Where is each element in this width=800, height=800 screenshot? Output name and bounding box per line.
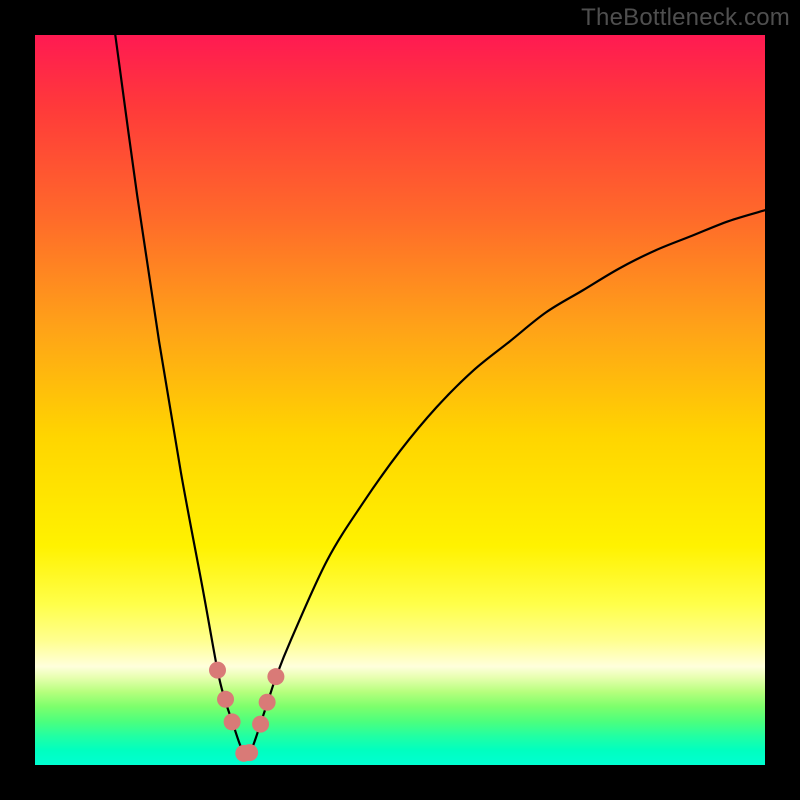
bottleneck-curve	[35, 35, 765, 765]
marker-dot	[267, 668, 284, 685]
watermark-text: TheBottleneck.com	[581, 4, 790, 32]
marker-dot	[259, 694, 276, 711]
chart-frame: TheBottleneck.com	[0, 0, 800, 800]
plot-area	[35, 35, 765, 765]
marker-dot	[217, 691, 234, 708]
marker-dot	[209, 662, 226, 679]
curve-markers	[209, 662, 284, 762]
marker-dot	[241, 744, 258, 761]
marker-dot	[224, 713, 241, 730]
curve-path	[115, 35, 765, 755]
marker-dot	[252, 716, 269, 733]
